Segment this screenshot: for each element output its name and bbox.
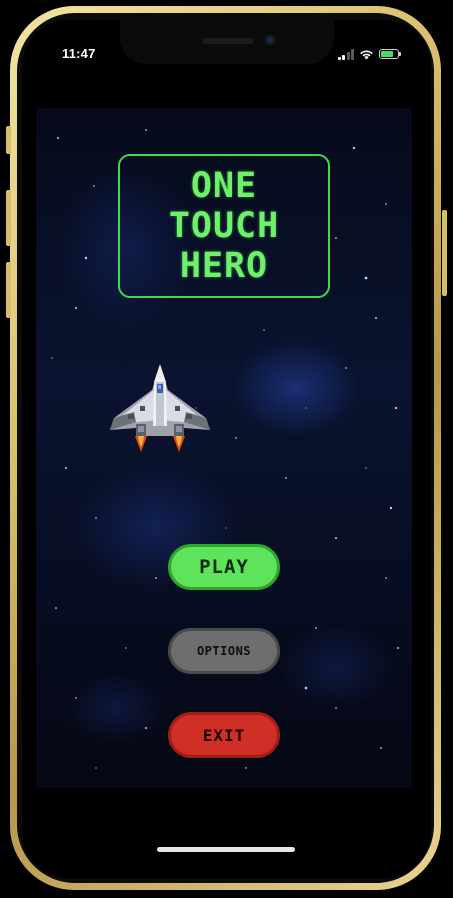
title-line-2: TOUCH	[168, 206, 280, 246]
wifi-icon	[360, 50, 373, 59]
exit-button[interactable]: EXIT	[168, 712, 280, 758]
play-button[interactable]: PLAY	[168, 544, 280, 590]
notch	[120, 20, 334, 64]
home-indicator[interactable]	[157, 847, 295, 852]
game-screen: ONE TOUCH HERO PLAY OPTIONS EXIT	[36, 108, 412, 788]
game-title-box: ONE TOUCH HERO	[118, 154, 330, 298]
cellular-signal-icon	[337, 48, 354, 60]
options-button[interactable]: OPTIONS	[168, 628, 280, 674]
mute-switch	[6, 126, 11, 154]
title-line-1: ONE	[190, 166, 258, 206]
power-button	[442, 210, 447, 296]
volume-down-button	[6, 262, 11, 318]
front-camera	[264, 34, 276, 46]
status-time: 11:47	[62, 46, 96, 61]
speaker-grille	[202, 38, 254, 44]
volume-up-button	[6, 190, 11, 246]
phone-screen: 11:47 ONE TOUCH HERO PLAY OPTIONS EXIT	[22, 20, 431, 878]
status-indicators	[337, 47, 401, 61]
battery-icon	[379, 49, 401, 59]
title-line-3: HERO	[179, 246, 269, 286]
spaceship-icon	[110, 364, 210, 452]
